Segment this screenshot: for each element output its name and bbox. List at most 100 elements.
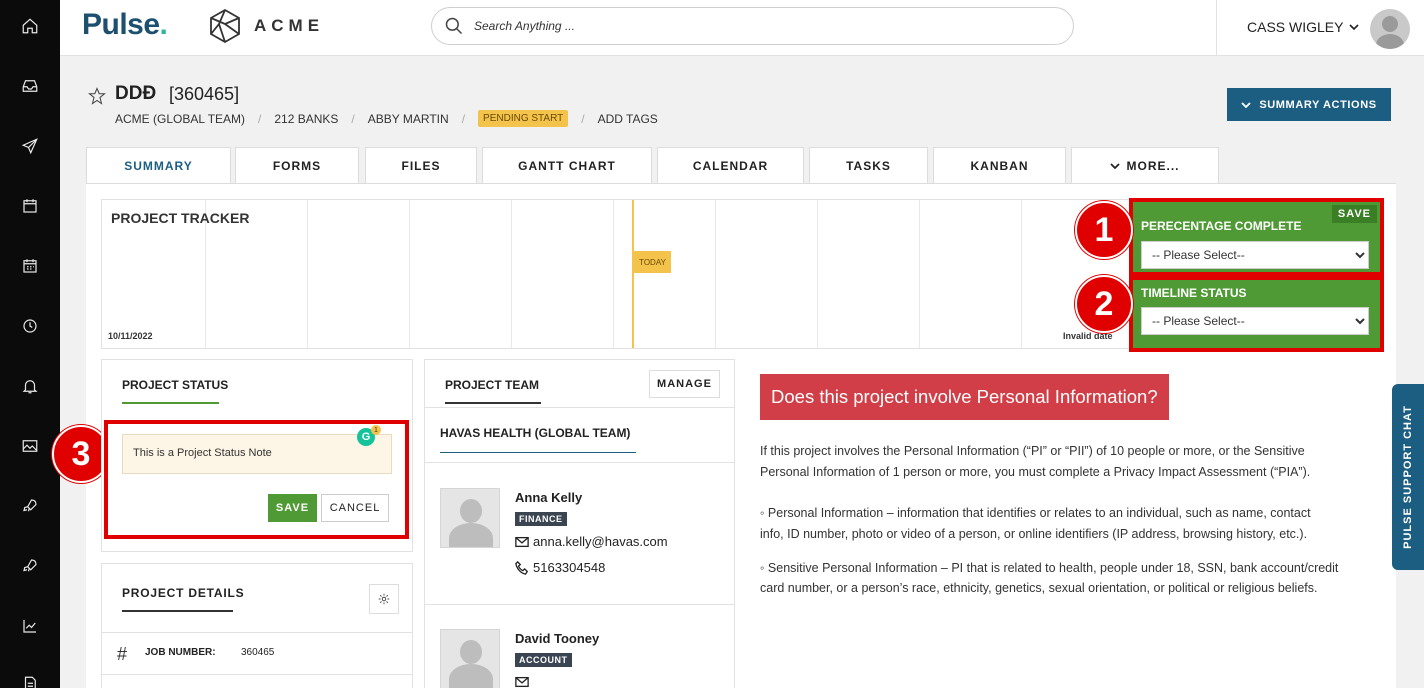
bell-icon[interactable]: [18, 374, 42, 398]
details-divider: [102, 674, 412, 675]
user-menu[interactable]: CASS WIGLEY: [1247, 19, 1360, 35]
timeline-status-box: TIMELINE STATUS -- Please Select--: [1129, 276, 1384, 352]
search-input[interactable]: [474, 19, 1034, 33]
privacy-bullet-line: ◦ Sensitive Personal Information – PI th…: [760, 561, 1339, 575]
percentage-complete-select[interactable]: -- Please Select--: [1141, 241, 1369, 269]
tracker-gridline: [613, 200, 614, 348]
tab-summary[interactable]: SUMMARY: [86, 147, 231, 184]
chevron-down-icon: [1241, 101, 1251, 108]
member-avatar: [440, 488, 500, 548]
member-role-badge: FINANCE: [515, 512, 567, 526]
tab-calendar[interactable]: CALENDAR: [657, 147, 804, 183]
home-icon[interactable]: [18, 14, 42, 38]
user-name: CASS WIGLEY: [1247, 19, 1344, 35]
member-name[interactable]: Anna Kelly: [515, 490, 582, 505]
breadcrumb-separator: /: [581, 111, 585, 126]
tracker-gridline: [511, 200, 512, 348]
status-note-input[interactable]: This is a Project Status Note: [122, 434, 392, 474]
send-icon[interactable]: [18, 134, 42, 158]
chevron-down-icon: [1110, 162, 1121, 169]
rocket-icon-2[interactable]: [18, 554, 42, 578]
star-icon[interactable]: [88, 87, 106, 105]
tab-files[interactable]: FILES: [365, 147, 477, 183]
tab-forms[interactable]: FORMS: [235, 147, 359, 183]
tracker-gridline: [715, 200, 716, 348]
pulse-logo-text: Pulse: [82, 8, 160, 41]
tab-kanban[interactable]: KANBAN: [933, 147, 1066, 183]
breadcrumb-separator: /: [461, 111, 466, 126]
inbox-icon[interactable]: [18, 74, 42, 98]
team-divider: [425, 604, 734, 605]
rocket-icon[interactable]: [18, 494, 42, 518]
status-note-editor: This is a Project Status Note G 1 SAVE C…: [104, 420, 409, 539]
today-badge: TODAY: [634, 251, 671, 273]
search-icon: [445, 17, 463, 35]
support-chat-tab[interactable]: PULSE SUPPORT CHAT: [1392, 384, 1424, 570]
chart-icon[interactable]: [18, 614, 42, 638]
project-id: [360465]: [169, 84, 240, 104]
breadcrumb-client[interactable]: 212 BANKS: [274, 112, 338, 126]
document-icon[interactable]: [18, 672, 42, 688]
project-details-card: PROJECT DETAILS # JOB NUMBER: 360465: [101, 563, 413, 688]
save-fields-button[interactable]: SAVE: [1331, 205, 1377, 223]
privacy-title: Does this project involve Personal Infor…: [760, 374, 1169, 420]
image-icon[interactable]: [18, 434, 42, 458]
member-email-text: anna.kelly@havas.com: [533, 534, 668, 549]
gear-icon: [378, 593, 390, 605]
acme-logo-icon: [210, 8, 240, 44]
save-status-button[interactable]: SAVE: [268, 494, 317, 522]
pulse-logo-dot: .: [159, 8, 168, 41]
project-status-heading: PROJECT STATUS: [122, 378, 229, 392]
phone-icon: [515, 560, 529, 575]
member-email[interactable]: [515, 675, 529, 688]
left-sidebar: [0, 0, 60, 688]
member-name[interactable]: David Tooney: [515, 631, 599, 646]
acme-logo: ACME: [208, 8, 324, 44]
cancel-status-button[interactable]: CANCEL: [321, 494, 389, 522]
privacy-bullet-line: info, ID number, photo or video of a per…: [760, 527, 1308, 541]
breadcrumb: ACME (GLOBAL TEAM) / 212 BANKS / ABBY MA…: [115, 110, 658, 127]
grammarly-count-badge: 1: [371, 425, 381, 435]
search-bar[interactable]: [431, 7, 1074, 45]
calendar-icon[interactable]: [18, 194, 42, 218]
timeline-status-select[interactable]: -- Please Select--: [1141, 307, 1369, 335]
percentage-complete-box: PERECENTAGE COMPLETE SAVE -- Please Sele…: [1129, 198, 1384, 276]
project-details-underline: [122, 610, 233, 612]
tab-tasks[interactable]: TASKS: [809, 147, 928, 183]
settings-gear-button[interactable]: [369, 584, 399, 614]
member-avatar: [440, 629, 500, 688]
privacy-card: Does this project involve Personal Infor…: [745, 359, 1380, 677]
chevron-down-icon: [1349, 24, 1360, 31]
top-header: Pulse. ACME CASS WIGLEY: [60, 0, 1424, 56]
hash-icon: #: [117, 644, 128, 664]
privacy-bullet-line: card number, or a person’s race, ethnici…: [760, 581, 1318, 595]
support-chat-label: PULSE SUPPORT CHAT: [1402, 405, 1415, 549]
privacy-bullet-line: ◦ Personal Information – information tha…: [760, 506, 1311, 520]
project-details-heading: PROJECT DETAILS: [122, 586, 245, 600]
calendar-grid-icon[interactable]: [18, 254, 42, 278]
member-phone[interactable]: 5163304548: [515, 560, 605, 575]
manage-team-button[interactable]: MANAGE: [649, 370, 720, 398]
member-email[interactable]: anna.kelly@havas.com: [515, 534, 668, 549]
percentage-complete-label: PERECENTAGE COMPLETE: [1141, 219, 1302, 233]
breadcrumb-separator: /: [351, 111, 355, 126]
team-name-underline: [440, 452, 636, 453]
member-phone-text: 5163304548: [533, 560, 606, 575]
breadcrumb-team[interactable]: ACME (GLOBAL TEAM): [115, 112, 245, 126]
breadcrumb-owner[interactable]: ABBY MARTIN: [368, 112, 449, 126]
status-badge[interactable]: PENDING START: [478, 110, 569, 127]
summary-actions-button[interactable]: SUMMARY ACTIONS: [1227, 88, 1391, 121]
avatar[interactable]: [1370, 9, 1410, 49]
tracker-start-date: 10/11/2022: [108, 331, 153, 341]
tab-gantt-chart[interactable]: GANTT CHART: [482, 147, 652, 183]
privacy-intro-line: Personal Information of 1 person or more…: [760, 465, 1311, 479]
pulse-logo[interactable]: Pulse.: [82, 8, 168, 42]
annotation-badge-2: 2: [1075, 275, 1133, 333]
tab-more[interactable]: MORE...: [1071, 147, 1219, 183]
privacy-intro-line: If this project involves the Personal In…: [760, 444, 1305, 458]
project-team-card: PROJECT TEAM MANAGE HAVAS HEALTH (GLOBAL…: [424, 359, 735, 688]
clock-icon[interactable]: [18, 314, 42, 338]
add-tags-link[interactable]: ADD TAGS: [598, 112, 658, 126]
team-name: HAVAS HEALTH (GLOBAL TEAM): [440, 426, 631, 440]
envelope-icon: [515, 676, 529, 688]
